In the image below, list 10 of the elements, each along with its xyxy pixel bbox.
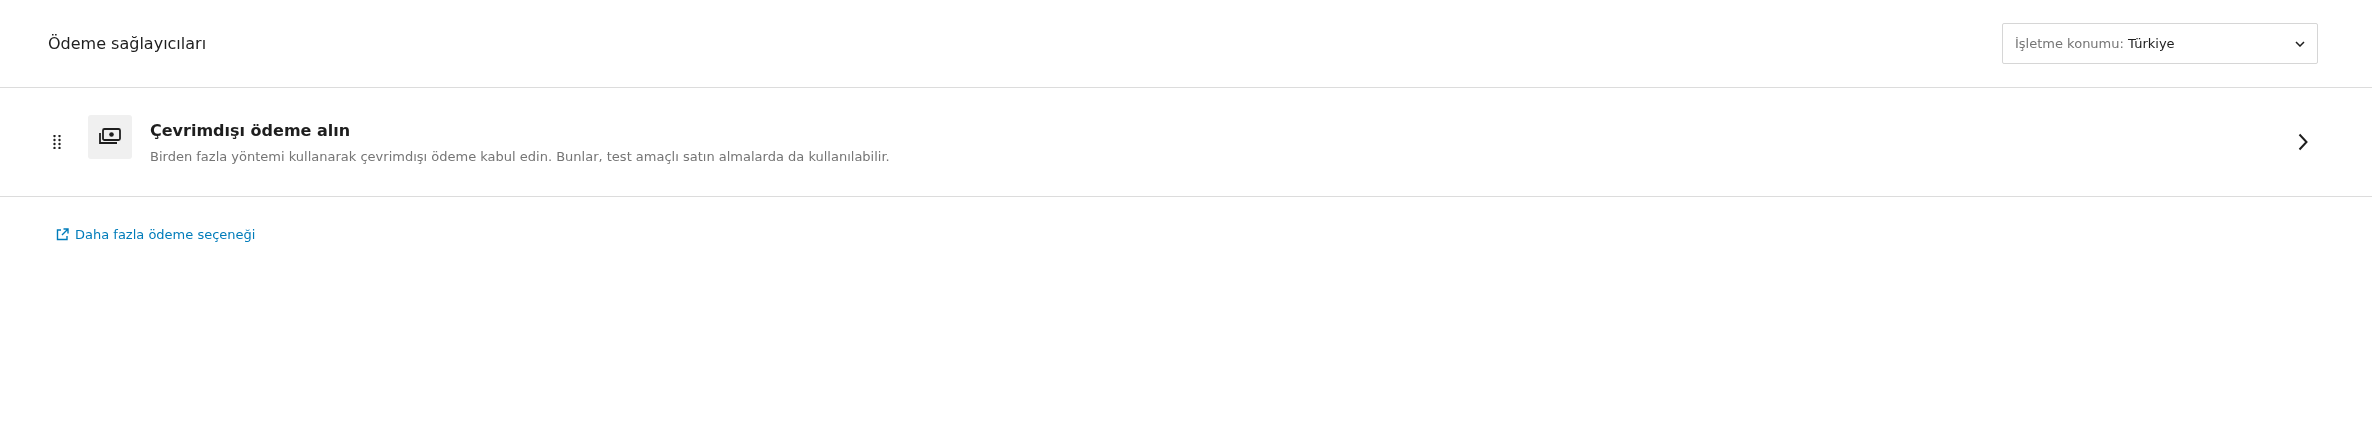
section-title: Ödeme sağlayıcıları bbox=[48, 34, 207, 53]
provider-description: Birden fazla yöntemi kullanarak çevrimdışı ödeme kabul edin. Bunlar, test amaçlı satın almalarda da kullanılabilir. bbox=[150, 148, 891, 164]
chevron-right-icon[interactable] bbox=[2298, 133, 2308, 151]
more-payment-options-link[interactable]: Daha fazla ödeme seçeneği bbox=[56, 227, 256, 242]
cash-icon bbox=[98, 127, 122, 147]
provider-title: Çevrimdışı ödeme alın bbox=[150, 120, 352, 140]
external-link-icon bbox=[56, 228, 69, 241]
location-dropdown[interactable]: İşletme konumu: Türkiye bbox=[2002, 23, 2318, 64]
chevron-down-icon bbox=[2295, 40, 2305, 47]
drag-handle-icon[interactable] bbox=[53, 135, 61, 149]
